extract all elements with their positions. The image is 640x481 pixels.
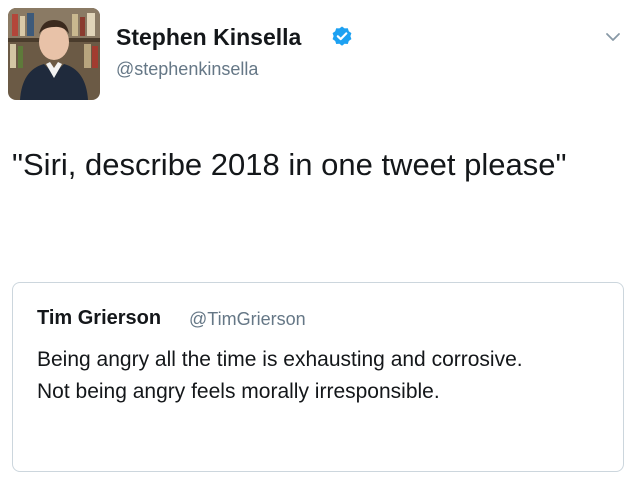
author-display-name[interactable]: Stephen Kinsella [116, 22, 301, 52]
quoted-author-handle[interactable]: @TimGrierson [189, 306, 306, 332]
tweet: Stephen Kinsella @stephenkinsella "Siri,… [0, 0, 640, 481]
avatar-image [8, 8, 100, 100]
quoted-tweet-text: Being angry all the time is exhausting a… [37, 348, 523, 403]
tweet-text: "Siri, describe 2018 in one tweet please… [12, 147, 567, 182]
author-handle[interactable]: @stephenkinsella [116, 57, 258, 81]
quoted-tweet-card[interactable]: Tim Grierson @TimGrierson Being angry al… [12, 282, 624, 472]
avatar[interactable] [8, 8, 100, 100]
verified-badge-icon [332, 26, 352, 46]
quoted-author-display-name[interactable]: Tim Grierson [37, 305, 161, 331]
chevron-down-icon[interactable] [604, 28, 622, 46]
